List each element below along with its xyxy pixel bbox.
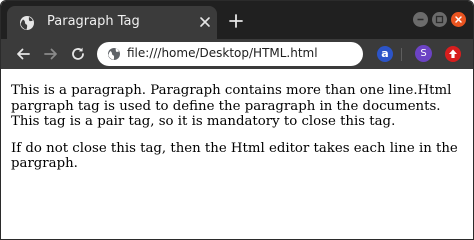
- toolbar-divider: [401, 48, 402, 61]
- navigation-toolbar: file:///home/Desktop/HTML.html a S: [1, 39, 473, 69]
- profile-avatar-letter: S: [420, 48, 427, 59]
- reload-icon[interactable]: [68, 44, 88, 64]
- update-extension-icon[interactable]: [445, 46, 461, 62]
- back-arrow-icon[interactable]: [13, 44, 33, 64]
- minimize-button[interactable]: [413, 12, 428, 27]
- tab-paragraph-tag[interactable]: Paragraph Tag: [7, 6, 217, 39]
- address-bar[interactable]: file:///home/Desktop/HTML.html: [97, 42, 363, 66]
- up-arrow-icon: [449, 49, 457, 58]
- extension-a-letter: a: [381, 47, 389, 60]
- forward-arrow-icon[interactable]: [41, 44, 61, 64]
- new-tab-icon[interactable]: [229, 14, 243, 28]
- tab-strip: Paragraph Tag: [1, 1, 473, 39]
- page-info-icon[interactable]: [107, 47, 121, 61]
- maximize-button[interactable]: [432, 12, 447, 27]
- paragraph-1: This is a paragraph. Paragraph contains …: [11, 83, 452, 129]
- globe-icon: [20, 16, 34, 30]
- close-window-button[interactable]: [451, 12, 466, 27]
- profile-avatar[interactable]: S: [415, 45, 432, 62]
- close-tab-icon[interactable]: [199, 16, 211, 28]
- paragraph-2: If do not close this tag, then the Html …: [11, 140, 458, 172]
- url-text: file:///home/Desktop/HTML.html: [127, 46, 318, 60]
- tab-title: Paragraph Tag: [47, 14, 140, 29]
- extension-a-icon[interactable]: a: [377, 46, 393, 62]
- page-content: This is a paragraph. Paragraph contains …: [1, 69, 473, 239]
- browser-window: Paragraph Tag file:///home/Desktop/HTML.…: [0, 0, 474, 240]
